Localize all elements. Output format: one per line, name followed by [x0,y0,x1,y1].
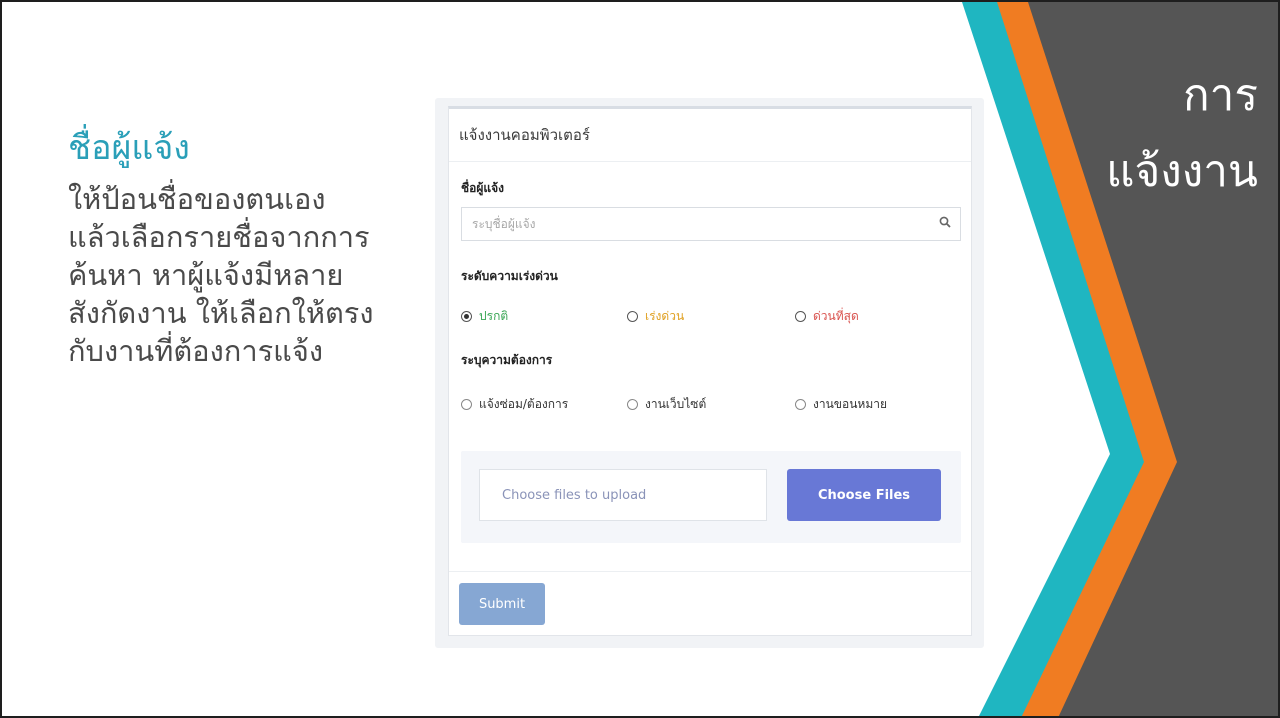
reporter-search [461,207,961,241]
radio-icon[interactable] [461,399,472,410]
radio-icon[interactable] [627,399,638,410]
need-option-label: งานขอนหมาย [813,397,888,411]
description-line: สังกัดงาน ให้เลือกให้ตรง [68,296,374,330]
urgency-option-normal[interactable]: ปรกติ [461,307,508,326]
need-option-label: งานเว็บไซต์ [645,397,707,411]
form-divider [449,571,971,572]
need-label: ระบุความต้องการ [461,353,553,367]
need-option-other[interactable]: งานขอนหมาย [795,395,887,414]
search-icon[interactable] [930,216,960,232]
left-heading: ชื่อผู้แจ้ง [68,128,190,168]
description-line: แล้วเลือกรายชื่อจากการ [68,220,370,254]
panel-title: แจ้งงานคอมพิวเตอร์ [449,109,971,162]
urgency-option-label: ปรกติ [479,309,509,323]
urgency-option-label: เร่งด่วน [645,309,685,323]
reporter-search-input[interactable] [462,208,930,240]
reporter-label: ชื่อผู้แจ้ง [461,181,505,195]
file-upload-area: Choose files to upload Choose Files [461,451,961,543]
need-option-repair[interactable]: แจ้งซ่อม/ต้องการ [461,395,568,414]
report-form-panel: แจ้งงานคอมพิวเตอร์ ชื่อผู้แจ้ง ระดับความ… [448,106,972,636]
urgency-option-urgent[interactable]: เร่งด่วน [627,307,684,326]
need-option-label: แจ้งซ่อม/ต้องการ [479,397,569,411]
urgency-option-label: ด่วนที่สุด [813,309,859,323]
radio-icon[interactable] [795,311,806,322]
radio-icon[interactable] [795,399,806,410]
description-line: ให้ป้อนชื่อของตนเอง [68,182,326,216]
description-line: กับงานที่ต้องการแจ้ง [68,334,324,368]
submit-button[interactable]: Submit [459,583,545,625]
side-title-line2: แจ้งงาน [1106,146,1258,197]
urgency-label: ระดับความเร่งด่วน [461,269,558,283]
side-title-line1: การ [1183,70,1258,121]
need-option-website[interactable]: งานเว็บไซต์ [627,395,706,414]
slide: การ แจ้งงาน ชื่อผู้แจ้ง ให้ป้อนชื่อของตน… [0,0,1280,718]
radio-selected-icon[interactable] [461,311,472,322]
left-description: ให้ป้อนชื่อของตนเอง แล้วเลือกรายชื่อจากก… [68,180,428,370]
urgency-option-most-urgent[interactable]: ด่วนที่สุด [795,307,859,326]
description-line: ค้นหา หาผู้แจ้งมีหลาย [68,258,344,292]
radio-icon[interactable] [627,311,638,322]
file-upload-input[interactable]: Choose files to upload [479,469,767,521]
choose-files-button[interactable]: Choose Files [787,469,941,521]
